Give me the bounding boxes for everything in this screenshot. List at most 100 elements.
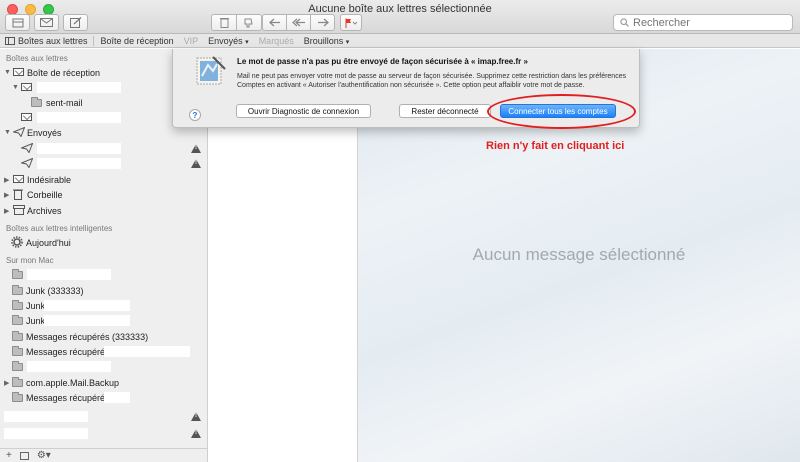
- action-menu-gear-icon[interactable]: ⚙▾: [37, 450, 51, 461]
- inbox-icon: [21, 83, 32, 91]
- favorite-inbox[interactable]: Boîte de réception: [96, 36, 179, 46]
- reply-all-button[interactable]: [286, 14, 311, 31]
- no-message-placeholder: Aucun message sélectionné: [472, 245, 686, 264]
- open-connection-diagnostics-button[interactable]: Ouvrir Diagnostic de connexion: [236, 104, 371, 118]
- disclosure-closed-icon[interactable]: ▶: [4, 176, 12, 184]
- sidebar-item-label: Junk (333333): [26, 285, 84, 296]
- folder-icon: [12, 315, 23, 325]
- delete-button[interactable]: [211, 14, 237, 31]
- warning-icon[interactable]: [191, 429, 201, 438]
- redacted-folder-suffix: [104, 392, 130, 403]
- sidebar-item-archives[interactable]: ▶ Archives: [0, 203, 207, 218]
- sidebar-item-label: Messages récupérés: [26, 346, 110, 357]
- folder-icon: [12, 377, 23, 387]
- sidebar-item-local-junk-count[interactable]: Junk (333333): [0, 283, 207, 298]
- favorite-drafts-label: Brouillons: [303, 35, 344, 46]
- reply-button[interactable]: [262, 14, 287, 31]
- sidebar-item-today[interactable]: Aujourd'hui: [0, 235, 207, 250]
- favorite-sent[interactable]: Envoyés ▾: [203, 36, 254, 46]
- sidebar-item-local-junk-1[interactable]: Junk: [0, 298, 207, 313]
- warning-icon[interactable]: [191, 144, 201, 153]
- disclosure-open-icon[interactable]: ▼: [4, 129, 12, 136]
- sidebar-item-label: Messages récupérés (333333): [26, 331, 149, 342]
- chevron-down-icon: ▾: [245, 38, 249, 46]
- thumbs-down-icon: [244, 18, 253, 27]
- get-mail-button[interactable]: [5, 14, 30, 31]
- favorite-vip[interactable]: VIP: [179, 36, 204, 46]
- sidebar-footer: + ⚙▾: [0, 448, 207, 462]
- sidebar-item-label: Aujourd'hui: [26, 237, 71, 248]
- flag-button[interactable]: [340, 14, 362, 31]
- sidebar-item-account-redacted-2[interactable]: [0, 426, 207, 441]
- redacted-folder-suffix: [104, 346, 190, 357]
- sidebar-item-local-redacted-1[interactable]: [0, 267, 207, 282]
- sidebar-item-label: Envoyés: [27, 127, 62, 138]
- paper-plane-icon: [13, 127, 25, 137]
- sidebar-item-label: Messages récupérés: [26, 392, 110, 403]
- section-mailboxes: Boîtes aux lettres: [6, 54, 68, 63]
- mailbox-activity-icon[interactable]: [19, 451, 29, 460]
- disclosure-open-icon[interactable]: ▼: [12, 84, 20, 91]
- archive-box-icon: [13, 205, 25, 215]
- annotation-text: Rien n'y fait en cliquant ici: [486, 140, 625, 152]
- folder-icon: [12, 269, 23, 279]
- compose-mail-button[interactable]: [34, 14, 59, 31]
- sidebar-item-label: Junk: [26, 300, 46, 311]
- favorite-drafts[interactable]: Brouillons ▾: [299, 36, 355, 46]
- search-field[interactable]: [613, 14, 793, 31]
- sidebar-item-account-redacted-1[interactable]: [0, 409, 207, 424]
- redacted-folder-name: [27, 361, 111, 372]
- warning-icon[interactable]: [191, 412, 201, 421]
- junk-button[interactable]: [236, 14, 262, 31]
- annotation-circle: [487, 94, 636, 129]
- add-mailbox-icon[interactable]: +: [6, 450, 12, 461]
- sidebar-item-local-redacted-2[interactable]: [0, 359, 207, 374]
- paper-plane-icon: [21, 158, 33, 168]
- folder-icon: [12, 331, 23, 341]
- favorite-flagged[interactable]: Marqués: [254, 36, 299, 46]
- sidebar-item-label: Indésirable: [27, 174, 72, 185]
- trash-icon: [219, 18, 229, 28]
- folder-icon: [31, 97, 42, 107]
- redacted-account-name: [37, 158, 121, 169]
- chevron-down-icon: ▾: [345, 38, 350, 46]
- flag-icon: [345, 18, 357, 28]
- sidebar-icon: [5, 36, 15, 45]
- new-message-button[interactable]: [63, 14, 88, 31]
- alert-message: Mail ne peut pas envoyer votre mot de pa…: [237, 73, 627, 89]
- sidebar-item-trash[interactable]: ▶ Corbeille: [0, 187, 207, 202]
- folder-icon: [12, 346, 23, 356]
- sidebar-item-local-recovered-2[interactable]: Messages récupérés: [0, 390, 207, 405]
- sidebar-item-local-recovered-count[interactable]: Messages récupérés (333333): [0, 329, 207, 344]
- folder-icon: [12, 300, 23, 310]
- disclosure-closed-icon[interactable]: ▶: [4, 207, 12, 215]
- inbox-icon: [21, 113, 32, 121]
- sidebar-item-sent-account-2[interactable]: [0, 156, 207, 171]
- title-bar: Aucune boîte aux lettres sélectionnée: [0, 0, 800, 34]
- reply-all-icon: [291, 18, 305, 27]
- sidebar-item-local-backup[interactable]: ▶ com.apple.Mail.Backup: [0, 375, 207, 390]
- favorites-bar: Boîtes aux lettres Boîte de réception VI…: [0, 34, 800, 48]
- forward-button[interactable]: [310, 14, 335, 31]
- disclosure-open-icon[interactable]: ▼: [4, 69, 12, 76]
- search-input[interactable]: [633, 16, 773, 29]
- toggle-mailboxes-button[interactable]: Boîtes aux lettres: [0, 35, 94, 46]
- delete-junk-group: [211, 14, 262, 31]
- envelope-icon: [40, 18, 53, 27]
- favorite-sent-label: Envoyés: [208, 35, 243, 46]
- section-smart-mailboxes: Boîtes aux lettres intelligentes: [6, 224, 113, 233]
- disclosure-closed-icon[interactable]: ▶: [4, 379, 12, 387]
- sidebar-item-local-junk-2[interactable]: Junk: [0, 313, 207, 328]
- warning-icon[interactable]: [191, 159, 201, 168]
- alert-title: Le mot de passe n'a pas pu être envoyé d…: [237, 57, 528, 66]
- sidebar-item-junk[interactable]: ▶ Indésirable: [0, 172, 207, 187]
- paper-plane-icon: [21, 143, 33, 153]
- stay-offline-button[interactable]: Rester déconnecté: [399, 104, 491, 118]
- help-button[interactable]: ?: [189, 109, 201, 121]
- disclosure-closed-icon[interactable]: ▶: [4, 191, 12, 199]
- search-icon: [620, 18, 629, 27]
- sidebar-item-label: Junk: [26, 315, 46, 326]
- sidebar-item-sent-account-1[interactable]: [0, 141, 207, 156]
- sidebar-item-local-recovered-1[interactable]: Messages récupérés: [0, 344, 207, 359]
- redacted-account-name: [4, 428, 88, 439]
